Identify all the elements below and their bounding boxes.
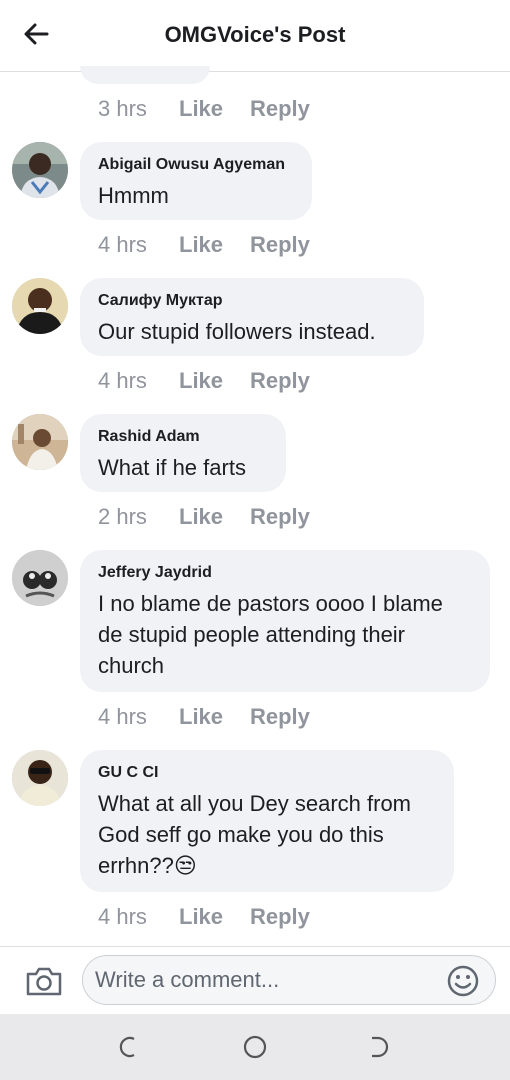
comment-composer bbox=[0, 946, 510, 1015]
back-icon bbox=[372, 1036, 389, 1058]
recent-apps-button[interactable] bbox=[114, 1034, 144, 1060]
like-button[interactable]: Like bbox=[179, 96, 250, 122]
back-nav-button[interactable] bbox=[364, 1034, 394, 1060]
avatar[interactable] bbox=[12, 142, 68, 198]
comment-text: I no blame de pastors oooo I blame de st… bbox=[98, 591, 443, 678]
comment-actions: 3 hrs Like Reply bbox=[98, 96, 310, 122]
comment-actions: 2 hrs Like Reply bbox=[98, 504, 310, 530]
comment-text: What at all you Dey search from God seff… bbox=[98, 788, 436, 881]
comment-actions: 4 hrs Like Reply bbox=[98, 368, 310, 394]
comment-author[interactable]: Jeffery Jaydrid bbox=[98, 564, 472, 582]
smiley-icon bbox=[447, 965, 479, 997]
comment-time: 3 hrs bbox=[98, 96, 147, 121]
camera-icon bbox=[26, 967, 62, 996]
like-button[interactable]: Like bbox=[179, 704, 250, 730]
page-title: OMGVoice's Post bbox=[164, 22, 346, 47]
comment-time: 4 hrs bbox=[98, 904, 147, 929]
comment-author[interactable]: Салифу Мyктар bbox=[98, 292, 406, 310]
comment-bubble[interactable]: Abigail Owusu Agyeman Hmmm bbox=[80, 142, 312, 220]
comment-bubble[interactable]: Салифу Мyктар Our stupid followers inste… bbox=[80, 278, 424, 356]
comment-input[interactable] bbox=[82, 955, 496, 1005]
avatar[interactable] bbox=[12, 550, 68, 606]
comment-bubble[interactable] bbox=[80, 66, 210, 84]
avatar[interactable] bbox=[12, 414, 68, 470]
comment-bubble[interactable]: Jeffery Jaydrid I no blame de pastors oo… bbox=[80, 550, 490, 692]
comment-text: What if he farts bbox=[98, 455, 246, 480]
reply-button[interactable]: Reply bbox=[250, 368, 310, 394]
reply-button[interactable]: Reply bbox=[250, 704, 310, 730]
avatar[interactable] bbox=[12, 278, 68, 334]
comment-author[interactable]: GU C CI bbox=[98, 764, 436, 782]
reply-button[interactable]: Reply bbox=[250, 504, 310, 530]
comment-time: 2 hrs bbox=[98, 504, 147, 529]
comment-actions: 4 hrs Like Reply bbox=[98, 704, 310, 730]
recent-apps-icon bbox=[119, 1036, 135, 1058]
comment-actions: 4 hrs Like Reply bbox=[98, 232, 310, 258]
home-icon bbox=[243, 1035, 267, 1059]
reply-button[interactable]: Reply bbox=[250, 232, 310, 258]
system-navigation-bar bbox=[0, 1014, 510, 1080]
home-button[interactable] bbox=[240, 1034, 270, 1060]
top-bar: OMGVoice's Post bbox=[0, 0, 510, 72]
comment-bubble[interactable]: GU C CI What at all you Dey search from … bbox=[80, 750, 454, 892]
comment-text-body: What at all you Dey search from God seff… bbox=[98, 791, 412, 878]
like-button[interactable]: Like bbox=[179, 904, 250, 930]
comment-author[interactable]: Rashid Adam bbox=[98, 428, 268, 446]
comment-author[interactable]: Abigail Owusu Agyeman bbox=[98, 156, 294, 174]
comment-text: Hmmm bbox=[98, 183, 169, 208]
avatar[interactable] bbox=[12, 750, 68, 806]
comment-bubble[interactable]: Rashid Adam What if he farts bbox=[80, 414, 286, 492]
comment-time: 4 hrs bbox=[98, 232, 147, 257]
like-button[interactable]: Like bbox=[179, 232, 250, 258]
emoji-button[interactable] bbox=[446, 964, 480, 998]
comment-actions: 4 hrs Like Reply bbox=[98, 904, 310, 930]
reply-button[interactable]: Reply bbox=[250, 904, 310, 930]
comment-text: Our stupid followers instead. bbox=[98, 319, 376, 344]
comment-time: 4 hrs bbox=[98, 368, 147, 393]
unamused-face-emoji: 😒 bbox=[173, 853, 197, 878]
like-button[interactable]: Like bbox=[179, 368, 250, 394]
camera-button[interactable] bbox=[24, 964, 64, 998]
comment-time: 4 hrs bbox=[98, 704, 147, 729]
reply-button[interactable]: Reply bbox=[250, 96, 310, 122]
like-button[interactable]: Like bbox=[179, 504, 250, 530]
